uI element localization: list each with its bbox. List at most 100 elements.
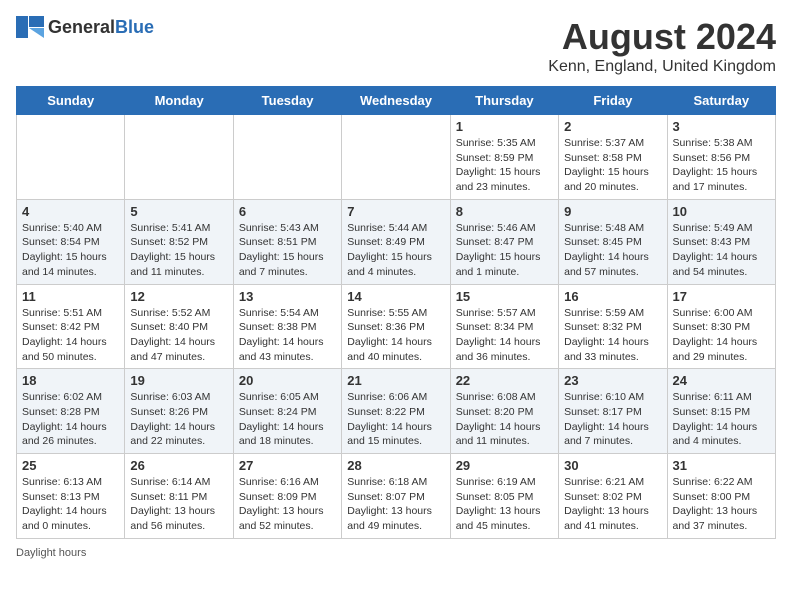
daylight: Daylight: 14 hours and 22 minutes. xyxy=(130,420,227,449)
day-number: 4 xyxy=(22,204,119,219)
sunset: Sunset: 8:17 PM xyxy=(564,405,661,420)
day-info: Sunrise: 5:43 AM Sunset: 8:51 PM Dayligh… xyxy=(239,221,336,280)
table-row: 23 Sunrise: 6:10 AM Sunset: 8:17 PM Dayl… xyxy=(559,369,667,454)
daylight: Daylight: 14 hours and 47 minutes. xyxy=(130,335,227,364)
logo: GeneralBlue xyxy=(16,16,154,38)
day-number: 13 xyxy=(239,289,336,304)
daylight: Daylight: 14 hours and 11 minutes. xyxy=(456,420,553,449)
daylight: Daylight: 14 hours and 36 minutes. xyxy=(456,335,553,364)
sunset: Sunset: 8:22 PM xyxy=(347,405,444,420)
location: Kenn, England, United Kingdom xyxy=(548,58,776,76)
sunset: Sunset: 8:42 PM xyxy=(22,320,119,335)
table-row: 4 Sunrise: 5:40 AM Sunset: 8:54 PM Dayli… xyxy=(17,199,125,284)
day-number: 7 xyxy=(347,204,444,219)
calendar-week-row: 18 Sunrise: 6:02 AM Sunset: 8:28 PM Dayl… xyxy=(17,369,776,454)
table-row: 24 Sunrise: 6:11 AM Sunset: 8:15 PM Dayl… xyxy=(667,369,775,454)
day-info: Sunrise: 5:51 AM Sunset: 8:42 PM Dayligh… xyxy=(22,306,119,365)
sunset: Sunset: 8:52 PM xyxy=(130,235,227,250)
day-info: Sunrise: 6:03 AM Sunset: 8:26 PM Dayligh… xyxy=(130,390,227,449)
daylight: Daylight: 15 hours and 14 minutes. xyxy=(22,250,119,279)
day-info: Sunrise: 5:48 AM Sunset: 8:45 PM Dayligh… xyxy=(564,221,661,280)
table-row: 7 Sunrise: 5:44 AM Sunset: 8:49 PM Dayli… xyxy=(342,199,450,284)
daylight: Daylight: 14 hours and 50 minutes. xyxy=(22,335,119,364)
calendar-week-row: 11 Sunrise: 5:51 AM Sunset: 8:42 PM Dayl… xyxy=(17,284,776,369)
daylight: Daylight: 15 hours and 1 minute. xyxy=(456,250,553,279)
day-info: Sunrise: 6:10 AM Sunset: 8:17 PM Dayligh… xyxy=(564,390,661,449)
day-info: Sunrise: 5:41 AM Sunset: 8:52 PM Dayligh… xyxy=(130,221,227,280)
day-number: 12 xyxy=(130,289,227,304)
sunrise: Sunrise: 5:41 AM xyxy=(130,221,227,236)
sunset: Sunset: 8:51 PM xyxy=(239,235,336,250)
table-row: 19 Sunrise: 6:03 AM Sunset: 8:26 PM Dayl… xyxy=(125,369,233,454)
day-info: Sunrise: 5:52 AM Sunset: 8:40 PM Dayligh… xyxy=(130,306,227,365)
day-number: 20 xyxy=(239,373,336,388)
sunset: Sunset: 8:43 PM xyxy=(673,235,770,250)
daylight: Daylight: 14 hours and 0 minutes. xyxy=(22,504,119,533)
sunrise: Sunrise: 5:49 AM xyxy=(673,221,770,236)
table-row xyxy=(17,115,125,200)
day-number: 28 xyxy=(347,458,444,473)
table-row: 12 Sunrise: 5:52 AM Sunset: 8:40 PM Dayl… xyxy=(125,284,233,369)
day-number: 18 xyxy=(22,373,119,388)
sunset: Sunset: 8:30 PM xyxy=(673,320,770,335)
table-row: 14 Sunrise: 5:55 AM Sunset: 8:36 PM Dayl… xyxy=(342,284,450,369)
sunrise: Sunrise: 5:38 AM xyxy=(673,136,770,151)
col-tuesday: Tuesday xyxy=(233,87,341,115)
day-number: 17 xyxy=(673,289,770,304)
sunrise: Sunrise: 5:48 AM xyxy=(564,221,661,236)
day-number: 11 xyxy=(22,289,119,304)
table-row: 26 Sunrise: 6:14 AM Sunset: 8:11 PM Dayl… xyxy=(125,454,233,539)
table-row: 21 Sunrise: 6:06 AM Sunset: 8:22 PM Dayl… xyxy=(342,369,450,454)
daylight: Daylight: 15 hours and 11 minutes. xyxy=(130,250,227,279)
sunset: Sunset: 8:32 PM xyxy=(564,320,661,335)
sunset: Sunset: 8:24 PM xyxy=(239,405,336,420)
sunset: Sunset: 8:13 PM xyxy=(22,490,119,505)
day-info: Sunrise: 6:14 AM Sunset: 8:11 PM Dayligh… xyxy=(130,475,227,534)
day-info: Sunrise: 5:37 AM Sunset: 8:58 PM Dayligh… xyxy=(564,136,661,195)
table-row: 8 Sunrise: 5:46 AM Sunset: 8:47 PM Dayli… xyxy=(450,199,558,284)
table-row: 25 Sunrise: 6:13 AM Sunset: 8:13 PM Dayl… xyxy=(17,454,125,539)
day-info: Sunrise: 6:19 AM Sunset: 8:05 PM Dayligh… xyxy=(456,475,553,534)
table-row: 13 Sunrise: 5:54 AM Sunset: 8:38 PM Dayl… xyxy=(233,284,341,369)
day-number: 1 xyxy=(456,119,553,134)
day-info: Sunrise: 6:16 AM Sunset: 8:09 PM Dayligh… xyxy=(239,475,336,534)
calendar-week-row: 1 Sunrise: 5:35 AM Sunset: 8:59 PM Dayli… xyxy=(17,115,776,200)
day-number: 25 xyxy=(22,458,119,473)
month-year: August 2024 xyxy=(548,16,776,58)
sunset: Sunset: 8:11 PM xyxy=(130,490,227,505)
sunrise: Sunrise: 5:35 AM xyxy=(456,136,553,151)
sunset: Sunset: 8:49 PM xyxy=(347,235,444,250)
sunrise: Sunrise: 6:06 AM xyxy=(347,390,444,405)
table-row: 22 Sunrise: 6:08 AM Sunset: 8:20 PM Dayl… xyxy=(450,369,558,454)
sunset: Sunset: 8:34 PM xyxy=(456,320,553,335)
day-info: Sunrise: 6:02 AM Sunset: 8:28 PM Dayligh… xyxy=(22,390,119,449)
sunset: Sunset: 8:02 PM xyxy=(564,490,661,505)
day-number: 5 xyxy=(130,204,227,219)
day-number: 19 xyxy=(130,373,227,388)
daylight: Daylight: 13 hours and 56 minutes. xyxy=(130,504,227,533)
day-info: Sunrise: 6:22 AM Sunset: 8:00 PM Dayligh… xyxy=(673,475,770,534)
calendar-week-row: 4 Sunrise: 5:40 AM Sunset: 8:54 PM Dayli… xyxy=(17,199,776,284)
table-row: 9 Sunrise: 5:48 AM Sunset: 8:45 PM Dayli… xyxy=(559,199,667,284)
sunrise: Sunrise: 6:21 AM xyxy=(564,475,661,490)
day-info: Sunrise: 6:06 AM Sunset: 8:22 PM Dayligh… xyxy=(347,390,444,449)
table-row: 28 Sunrise: 6:18 AM Sunset: 8:07 PM Dayl… xyxy=(342,454,450,539)
sunset: Sunset: 8:15 PM xyxy=(673,405,770,420)
day-info: Sunrise: 6:11 AM Sunset: 8:15 PM Dayligh… xyxy=(673,390,770,449)
sunset: Sunset: 8:38 PM xyxy=(239,320,336,335)
col-monday: Monday xyxy=(125,87,233,115)
sunrise: Sunrise: 6:05 AM xyxy=(239,390,336,405)
table-row: 31 Sunrise: 6:22 AM Sunset: 8:00 PM Dayl… xyxy=(667,454,775,539)
daylight: Daylight: 14 hours and 4 minutes. xyxy=(673,420,770,449)
table-row: 27 Sunrise: 6:16 AM Sunset: 8:09 PM Dayl… xyxy=(233,454,341,539)
sunset: Sunset: 8:36 PM xyxy=(347,320,444,335)
table-row: 20 Sunrise: 6:05 AM Sunset: 8:24 PM Dayl… xyxy=(233,369,341,454)
sunrise: Sunrise: 5:59 AM xyxy=(564,306,661,321)
table-row: 18 Sunrise: 6:02 AM Sunset: 8:28 PM Dayl… xyxy=(17,369,125,454)
sunrise: Sunrise: 5:52 AM xyxy=(130,306,227,321)
sunrise: Sunrise: 6:00 AM xyxy=(673,306,770,321)
daylight-label: Daylight hours xyxy=(16,547,86,559)
sunset: Sunset: 8:47 PM xyxy=(456,235,553,250)
sunset: Sunset: 8:40 PM xyxy=(130,320,227,335)
table-row: 10 Sunrise: 5:49 AM Sunset: 8:43 PM Dayl… xyxy=(667,199,775,284)
